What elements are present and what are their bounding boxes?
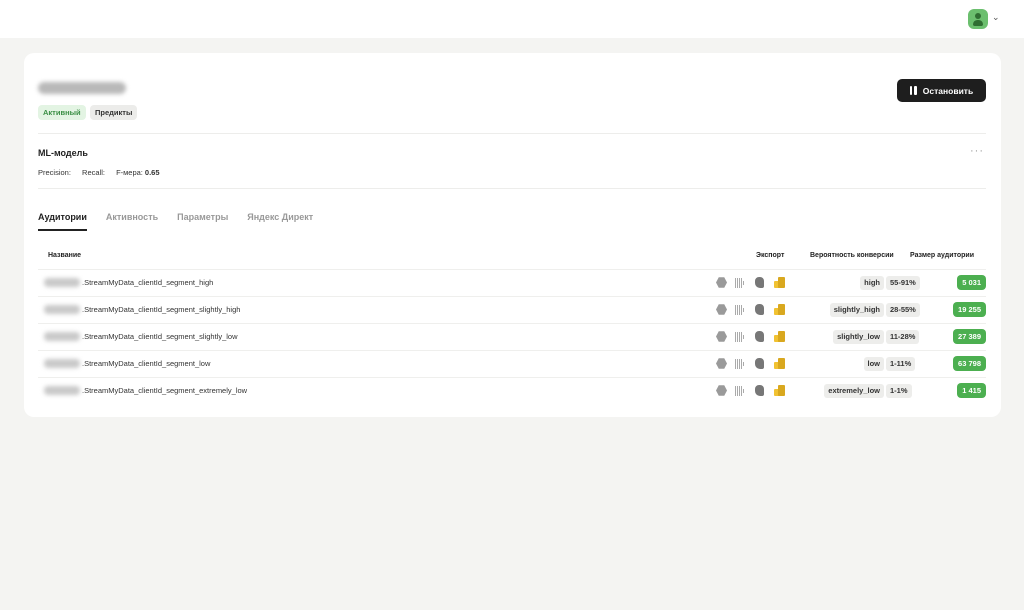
fmeasure-label: F-мера:	[116, 168, 143, 177]
recall-label: Recall:	[82, 168, 105, 177]
table-row[interactable]: .StreamMyData_clientId_segment_slightly_…	[38, 296, 986, 323]
audience-name: .StreamMyData_clientId_segment_low	[82, 359, 211, 368]
row-prefix-redacted	[44, 386, 80, 395]
probability-range: 1-1%	[886, 384, 912, 398]
tab-yandex-direct[interactable]: Яндекс Директ	[247, 212, 313, 231]
column-probability: Вероятность конверсии	[810, 252, 894, 259]
ml-model-title: ML-модель	[38, 148, 88, 158]
audience-size-badge: 5 031	[957, 275, 986, 290]
model-metrics: Precision: Recall: F-мера: 0.65	[38, 168, 160, 177]
tab-bar: Аудитории Активность Параметры Яндекс Ди…	[38, 212, 313, 232]
segment-label: extremely_low	[824, 384, 884, 398]
clickhouse-icon[interactable]	[716, 331, 727, 342]
probability-range: 28-55%	[886, 303, 920, 317]
yandex-metrica-icon[interactable]	[774, 358, 785, 369]
audience-name: .StreamMyData_clientId_segment_extremely…	[82, 386, 248, 395]
segment-label: low	[863, 357, 884, 371]
tab-audiences[interactable]: Аудитории	[38, 212, 87, 231]
segment-label: slightly_high	[829, 303, 884, 317]
pause-icon	[909, 86, 917, 95]
audience-size-badge: 1 415	[957, 383, 986, 398]
yandex-metrica-icon[interactable]	[774, 304, 785, 315]
yandex-metrica-icon[interactable]	[774, 331, 785, 342]
row-prefix-redacted	[44, 359, 80, 368]
postgresql-icon[interactable]	[754, 358, 765, 369]
yandex-metrica-icon[interactable]	[774, 385, 785, 396]
audience-size-badge: 63 798	[953, 356, 986, 371]
tab-parameters[interactable]: Параметры	[177, 212, 228, 231]
audience-size-badge: 19 255	[953, 302, 986, 317]
segment-label: high	[860, 276, 884, 290]
more-options-icon[interactable]: ···	[970, 145, 984, 157]
chevron-down-icon[interactable]: ⌄	[992, 12, 1000, 23]
table-row[interactable]: .StreamMyData_clientId_segment_low low 1…	[38, 350, 986, 377]
table-row[interactable]: .StreamMyData_clientId_segment_high high…	[38, 269, 986, 296]
yandex-metrica-icon[interactable]	[774, 277, 785, 288]
divider	[38, 188, 986, 189]
clickhouse-icon[interactable]	[716, 385, 727, 396]
barcode-icon[interactable]	[734, 304, 745, 315]
barcode-icon[interactable]	[734, 385, 745, 396]
column-name: Название	[48, 252, 82, 259]
divider	[38, 133, 986, 134]
audience-size-badge: 27 389	[953, 329, 986, 344]
postgresql-icon[interactable]	[754, 277, 765, 288]
segment-label: slightly_low	[833, 330, 884, 344]
barcode-icon[interactable]	[734, 331, 745, 342]
postgresql-icon[interactable]	[754, 385, 765, 396]
type-badge-predicts: Предикты	[90, 105, 138, 120]
postgresql-icon[interactable]	[754, 331, 765, 342]
row-prefix-redacted	[44, 332, 80, 341]
column-size: Размер аудитории	[910, 252, 975, 259]
precision-label: Precision:	[38, 168, 71, 177]
probability-range: 55-91%	[886, 276, 920, 290]
stop-button-label: Остановить	[922, 85, 974, 96]
row-prefix-redacted	[44, 278, 80, 287]
clickhouse-icon[interactable]	[716, 304, 727, 315]
table-row[interactable]: .StreamMyData_clientId_segment_slightly_…	[38, 323, 986, 350]
status-badge-active: Активный	[38, 105, 86, 120]
fmeasure-value: 0.65	[144, 168, 160, 177]
stop-button[interactable]: Остановить	[897, 79, 986, 102]
user-avatar-icon[interactable]	[968, 9, 988, 29]
row-prefix-redacted	[44, 305, 80, 314]
clickhouse-icon[interactable]	[716, 277, 727, 288]
table-header: Название Экспорт Вероятность конверсии Р…	[38, 252, 986, 262]
campaign-title-redacted	[38, 82, 126, 94]
audience-name: .StreamMyData_clientId_segment_high	[82, 278, 214, 287]
probability-range: 1-11%	[886, 357, 916, 371]
probability-range: 11-28%	[886, 330, 920, 344]
campaign-card: Активный Предикты Остановить ML-модель ·…	[24, 53, 1001, 417]
postgresql-icon[interactable]	[754, 304, 765, 315]
clickhouse-icon[interactable]	[716, 358, 727, 369]
table-row[interactable]: .StreamMyData_clientId_segment_extremely…	[38, 377, 986, 404]
audience-name: .StreamMyData_clientId_segment_slightly_…	[82, 332, 238, 341]
column-export: Экспорт	[756, 252, 785, 259]
audience-name: .StreamMyData_clientId_segment_slightly_…	[82, 305, 241, 314]
barcode-icon[interactable]	[734, 277, 745, 288]
top-bar: ⌄	[0, 0, 1024, 38]
barcode-icon[interactable]	[734, 358, 745, 369]
tab-activity[interactable]: Активность	[106, 212, 158, 231]
